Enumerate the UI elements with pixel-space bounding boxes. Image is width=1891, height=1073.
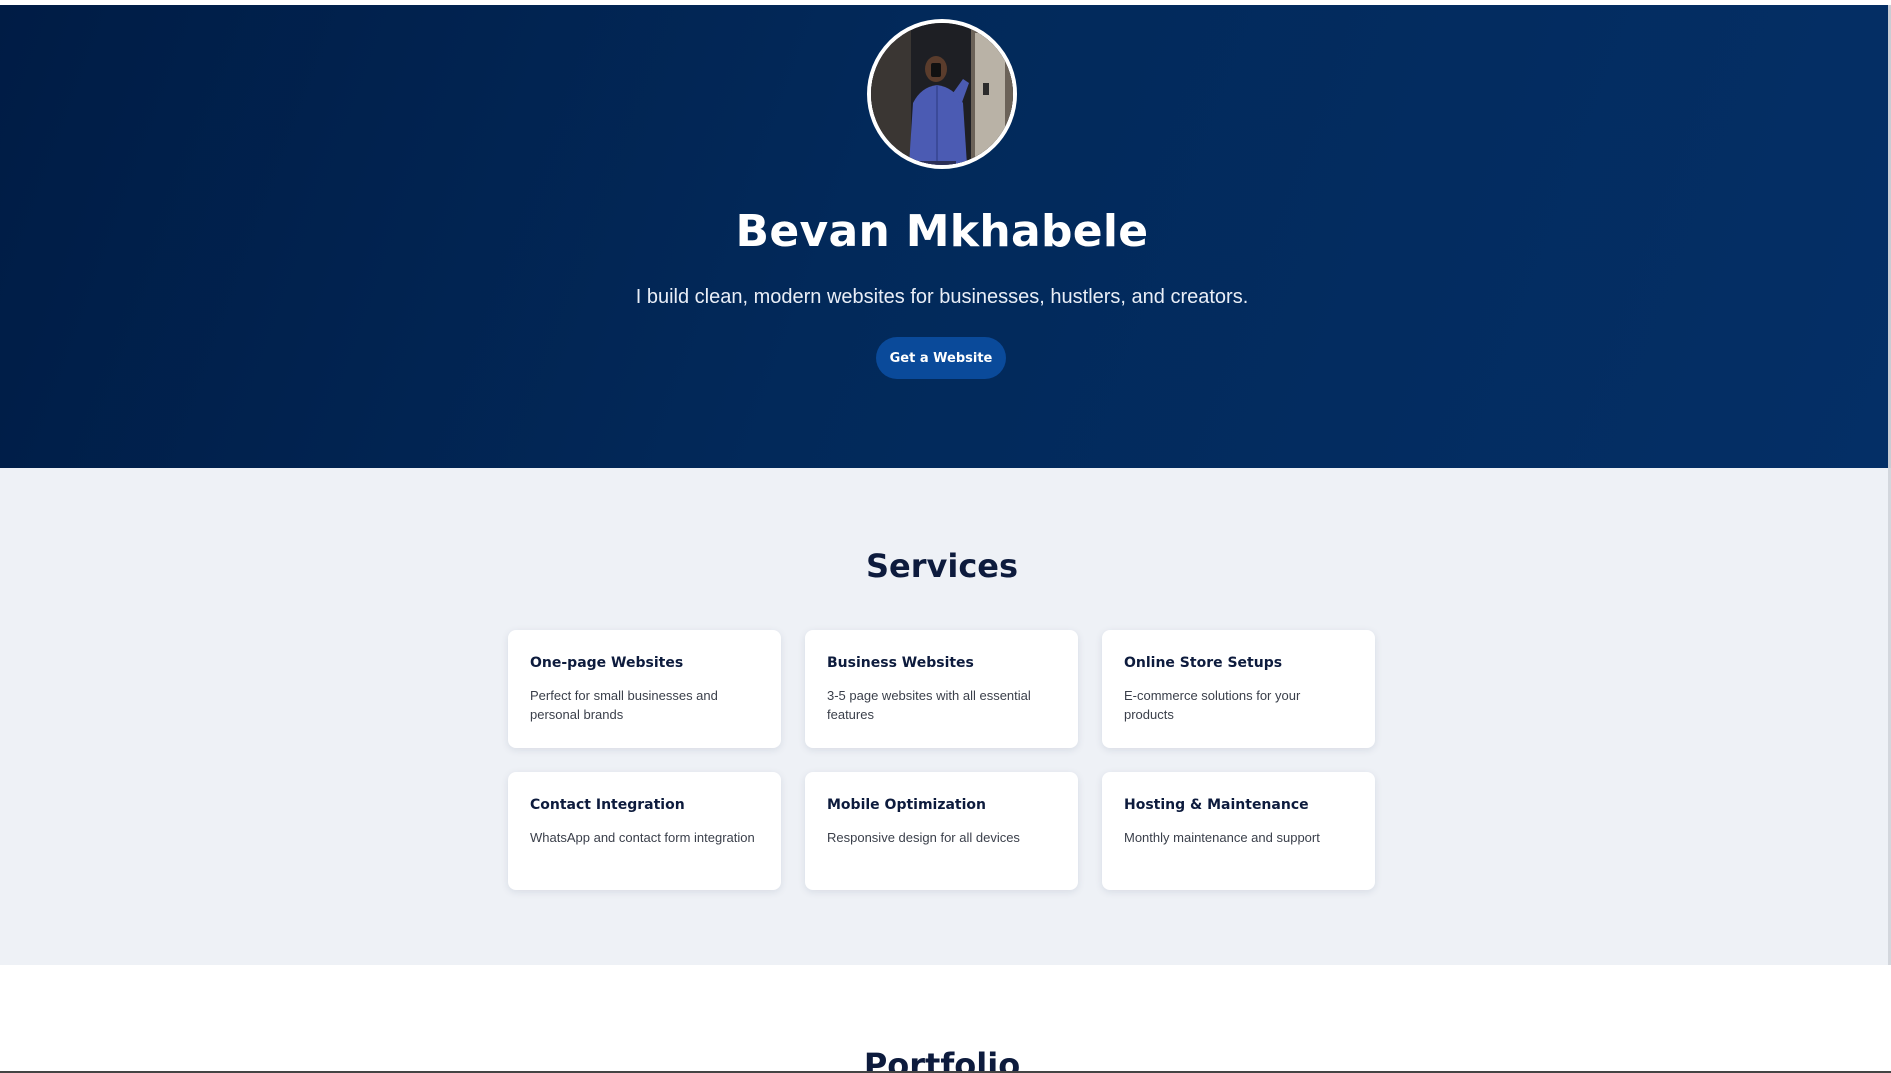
page: Bevan Mkhabele I build clean, modern web… — [0, 0, 1891, 1073]
profile-photo-icon — [871, 23, 1013, 165]
service-card: Business Websites 3-5 page websites with… — [805, 630, 1078, 748]
service-card: Contact Integration WhatsApp and contact… — [508, 772, 781, 890]
service-card-title: Contact Integration — [530, 797, 685, 813]
service-card: Online Store Setups E-commerce solutions… — [1102, 630, 1375, 748]
service-card-title: One-page Websites — [530, 655, 684, 671]
services-grid: One-page Websites Perfect for small busi… — [508, 630, 1376, 890]
service-card: Hosting & Maintenance Monthly maintenanc… — [1102, 772, 1375, 890]
service-card-description: Responsive design for all devices — [827, 830, 1020, 845]
service-card-description: Monthly maintenance and support — [1124, 830, 1320, 845]
service-card-title: Mobile Optimization — [827, 797, 987, 813]
service-card-description: 3-5 page websites with all essential fea… — [827, 688, 1031, 722]
hero-tagline: I build clean, modern websites for busin… — [635, 286, 1249, 308]
hero-section: Bevan Mkhabele I build clean, modern web… — [0, 5, 1891, 468]
service-card-description: E-commerce solutions for your products — [1124, 688, 1301, 722]
hero-name: Bevan Mkhabele — [735, 206, 1149, 257]
portfolio-section: Portfolio — [0, 965, 1891, 1073]
avatar — [867, 19, 1017, 169]
service-card-title: Hosting & Maintenance — [1124, 797, 1309, 813]
service-card-description: WhatsApp and contact form integration — [530, 830, 755, 845]
service-card: One-page Websites Perfect for small busi… — [508, 630, 781, 748]
service-card-title: Business Websites — [827, 655, 974, 671]
service-card-description: Perfect for small businesses and persona… — [530, 688, 718, 722]
service-card-title: Online Store Setups — [1124, 655, 1283, 671]
services-section: Services One-page Websites Perfect for s… — [0, 468, 1891, 965]
portfolio-title: Portfolio — [863, 1046, 1021, 1073]
get-website-button[interactable]: Get a Website — [876, 337, 1006, 379]
services-title: Services — [865, 547, 1019, 585]
service-card: Mobile Optimization Responsive design fo… — [805, 772, 1078, 890]
